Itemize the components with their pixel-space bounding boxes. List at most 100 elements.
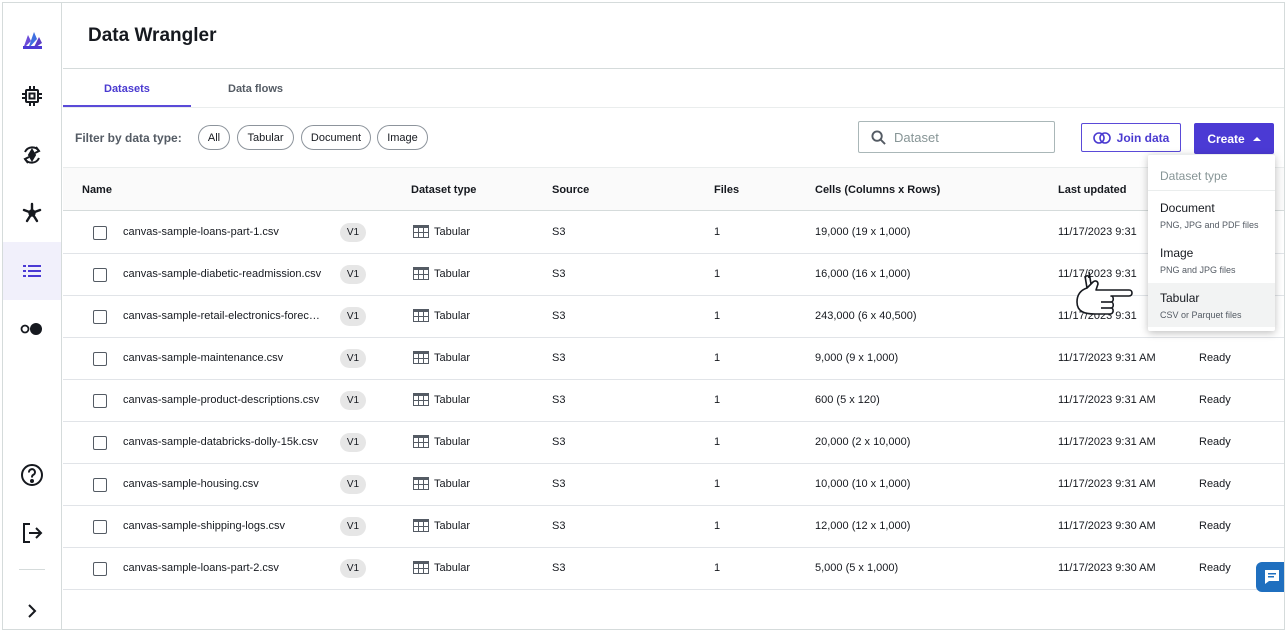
sidebar-item-datasets[interactable] [3,242,61,300]
filter-chip-document[interactable]: Document [301,125,371,150]
table-row[interactable]: canvas-sample-loans-part-1.csv V1 Tabula… [63,212,1284,254]
dataset-type-cell: Tabular [413,309,470,322]
create-button[interactable]: Create [1194,123,1274,154]
column-header-dataset-type[interactable]: Dataset type [411,184,476,196]
status-cell: Ready [1199,562,1231,574]
tabs-divider [63,107,1284,108]
dropdown-item-subtitle: PNG, JPG and PDF files [1160,220,1259,230]
sidebar-item-settings-toggle[interactable] [3,300,61,358]
column-header-name[interactable]: Name [82,184,112,196]
last-updated-cell: 11/17/2023 9:31 AM [1058,478,1156,490]
filter-chip-tabular[interactable]: Tabular [237,125,294,150]
row-checkbox[interactable] [93,352,107,366]
filter-chip-all[interactable]: All [198,125,230,150]
dropdown-item-title: Tabular [1160,291,1200,305]
table-grid-icon [413,561,429,574]
dataset-name[interactable]: canvas-sample-loans-part-2.csv [123,562,279,574]
dropdown-item-image[interactable]: Image PNG and JPG files [1148,238,1275,282]
source-cell: S3 [552,436,566,448]
version-badge: V1 [340,265,366,284]
files-cell: 1 [714,268,721,280]
cells-cell: 12,000 (12 x 1,000) [815,520,911,532]
column-header-files[interactable]: Files [714,184,739,196]
last-updated-cell: 11/17/2023 9:31 [1058,226,1137,238]
expand-chevron-icon [28,604,37,618]
page-title: Data Wrangler [88,25,217,46]
sidebar-item-ml-ops[interactable] [3,126,61,184]
version-badge: V1 [340,391,366,410]
column-header-last-updated[interactable]: Last updated [1058,184,1126,196]
join-data-button[interactable]: Join data [1081,123,1181,152]
last-updated-cell: 11/17/2023 9:31 AM [1058,352,1156,364]
row-checkbox[interactable] [93,394,107,408]
table-grid-icon [413,225,429,238]
asterisk-icon [22,202,42,223]
tab-datasets[interactable]: Datasets [104,83,150,95]
files-cell: 1 [714,226,721,238]
cells-cell: 243,000 (6 x 40,500) [815,310,917,322]
version-badge: V1 [340,517,366,536]
table-grid-icon [413,267,429,280]
table-row[interactable]: canvas-sample-maintenance.csv V1 Tabular… [63,338,1284,380]
status-cell: Ready [1199,478,1231,490]
files-cell: 1 [714,436,721,448]
tab-data-flows[interactable]: Data flows [228,83,283,95]
files-cell: 1 [714,352,721,364]
table-row[interactable]: canvas-sample-shipping-logs.csv V1 Tabul… [63,506,1284,548]
column-header-cells[interactable]: Cells (Columns x Rows) [815,184,940,196]
dropdown-separator [1148,190,1275,191]
dataset-type-cell: Tabular [413,561,470,574]
dataset-name[interactable]: canvas-sample-product-descriptions.csv [123,394,319,406]
sign-out-icon [23,523,43,543]
dropdown-item-document[interactable]: Document PNG, JPG and PDF files [1148,193,1275,237]
sidebar-item-models[interactable] [3,67,61,125]
cells-cell: 9,000 (9 x 1,000) [815,352,899,364]
table-row[interactable]: canvas-sample-databricks-dolly-15k.csv V… [63,422,1284,464]
search-input[interactable] [894,129,1044,145]
dataset-name[interactable]: canvas-sample-shipping-logs.csv [123,520,285,532]
sidebar-item-gen-ai[interactable] [3,184,61,242]
expand-sidebar-button[interactable] [3,582,61,629]
chat-button[interactable] [1256,562,1284,592]
dropdown-header: Dataset type [1160,169,1228,183]
pointing-hand-icon [1076,271,1133,315]
table-row[interactable]: canvas-sample-product-descriptions.csv V… [63,380,1284,422]
row-checkbox[interactable] [93,520,107,534]
column-header-source[interactable]: Source [552,184,589,196]
table-row[interactable]: canvas-sample-housing.csv V1 Tabular S3 … [63,464,1284,506]
filter-chip-image[interactable]: Image [377,125,428,150]
dropdown-item-title: Document [1160,201,1215,215]
status-cell: Ready [1199,352,1231,364]
dataset-name[interactable]: canvas-sample-housing.csv [123,478,259,490]
dataset-name[interactable]: canvas-sample-diabetic-readmission.csv [123,268,321,280]
table-row[interactable]: canvas-sample-loans-part-2.csv V1 Tabula… [63,548,1284,590]
dataset-name[interactable]: canvas-sample-maintenance.csv [123,352,283,364]
list-icon [23,265,41,277]
last-updated-cell: 11/17/2023 9:30 AM [1058,562,1156,574]
dropdown-item-tabular[interactable]: Tabular CSV or Parquet files [1148,283,1275,327]
header-divider [63,68,1284,69]
row-checkbox[interactable] [93,268,107,282]
cells-cell: 5,000 (5 x 1,000) [815,562,899,574]
row-checkbox[interactable] [93,478,107,492]
dataset-name[interactable]: canvas-sample-loans-part-1.csv [123,226,279,238]
dropdown-item-title: Image [1160,246,1194,260]
dataset-type-cell: Tabular [413,519,470,532]
dropdown-item-subtitle: CSV or Parquet files [1160,310,1242,320]
row-checkbox[interactable] [93,310,107,324]
source-cell: S3 [552,226,566,238]
logo-button[interactable] [3,11,61,69]
row-checkbox[interactable] [93,562,107,576]
status-cell: Ready [1199,394,1231,406]
caret-up-icon [1252,136,1261,141]
row-checkbox[interactable] [93,436,107,450]
help-button[interactable] [3,446,61,504]
files-cell: 1 [714,520,721,532]
version-badge: V1 [340,559,366,578]
chip-icon [22,86,42,106]
sign-out-button[interactable] [3,504,61,562]
dataset-name[interactable]: canvas-sample-databricks-dolly-15k.csv [123,436,318,448]
dataset-name[interactable]: canvas-sample-retail-electronics-forec… [123,310,320,322]
row-checkbox[interactable] [93,226,107,240]
files-cell: 1 [714,310,721,322]
